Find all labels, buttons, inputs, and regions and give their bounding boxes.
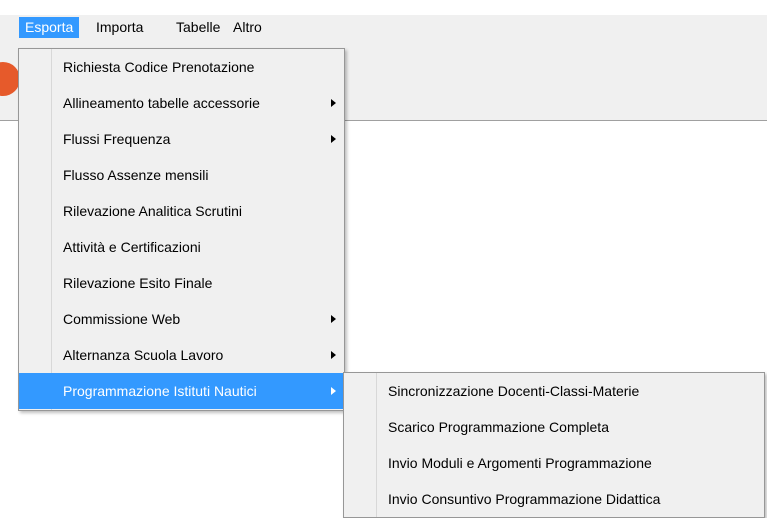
esporta-dropdown: Richiesta Codice Prenotazione Allineamen… [18, 48, 345, 411]
menu-bar: Esporta Importa Tabelle Altro [0, 15, 767, 40]
menu-item-label: Rilevazione Esito Finale [63, 275, 213, 291]
menu-item-attivita-certificazioni[interactable]: Attività e Certificazioni [19, 229, 344, 265]
submenu-item-invio-moduli[interactable]: Invio Moduli e Argomenti Programmazione [344, 445, 764, 481]
nautici-submenu: Sincronizzazione Docenti-Classi-Materie … [343, 372, 765, 518]
menu-item-flussi-frequenza[interactable]: Flussi Frequenza [19, 121, 344, 157]
menu-item-label: Sincronizzazione Docenti-Classi-Materie [388, 383, 640, 399]
menu-importa[interactable]: Importa [90, 17, 149, 38]
menu-item-label: Flussi Frequenza [63, 131, 171, 147]
menu-item-allineamento-tabelle[interactable]: Allineamento tabelle accessorie [19, 85, 344, 121]
menu-item-label: Commissione Web [63, 311, 181, 327]
menu-item-label: Scarico Programmazione Completa [388, 419, 609, 435]
menu-esporta[interactable]: Esporta [19, 17, 80, 38]
app-logo-icon[interactable] [0, 62, 20, 96]
menu-item-flusso-assenze-mensili[interactable]: Flusso Assenze mensili [19, 157, 344, 193]
menu-tabelle[interactable]: Tabelle [170, 17, 226, 38]
menu-item-label: Invio Moduli e Argomenti Programmazione [388, 455, 652, 471]
menu-item-label: Allineamento tabelle accessorie [63, 95, 260, 111]
menu-item-label: Rilevazione Analitica Scrutini [63, 203, 242, 219]
menu-item-richiesta-codice-prenotazione[interactable]: Richiesta Codice Prenotazione [19, 49, 344, 85]
menu-item-label: Flusso Assenze mensili [63, 167, 209, 183]
menu-item-label: Attività e Certificazioni [63, 239, 201, 255]
chevron-right-icon [331, 135, 336, 143]
submenu-item-scarico-programmazione[interactable]: Scarico Programmazione Completa [344, 409, 764, 445]
menu-item-label: Programmazione Istituti Nautici [63, 383, 257, 399]
menu-item-rilevazione-esito-finale[interactable]: Rilevazione Esito Finale [19, 265, 344, 301]
menu-item-label: Invio Consuntivo Programmazione Didattic… [388, 491, 661, 507]
chevron-right-icon [331, 99, 336, 107]
menu-item-alternanza-scuola-lavoro[interactable]: Alternanza Scuola Lavoro [19, 337, 344, 373]
menu-item-label: Alternanza Scuola Lavoro [63, 347, 224, 363]
chevron-right-icon [331, 351, 336, 359]
menu-item-rilevazione-analitica-scrutini[interactable]: Rilevazione Analitica Scrutini [19, 193, 344, 229]
menu-item-label: Richiesta Codice Prenotazione [63, 59, 255, 75]
submenu-item-invio-consuntivo[interactable]: Invio Consuntivo Programmazione Didattic… [344, 481, 764, 517]
chevron-right-icon [331, 387, 336, 395]
menu-altro[interactable]: Altro [227, 17, 268, 38]
menu-item-programmazione-istituti-nautici[interactable]: Programmazione Istituti Nautici [19, 373, 344, 409]
menu-item-commissione-web[interactable]: Commissione Web [19, 301, 344, 337]
submenu-item-sincronizzazione[interactable]: Sincronizzazione Docenti-Classi-Materie [344, 373, 764, 409]
chevron-right-icon [331, 315, 336, 323]
